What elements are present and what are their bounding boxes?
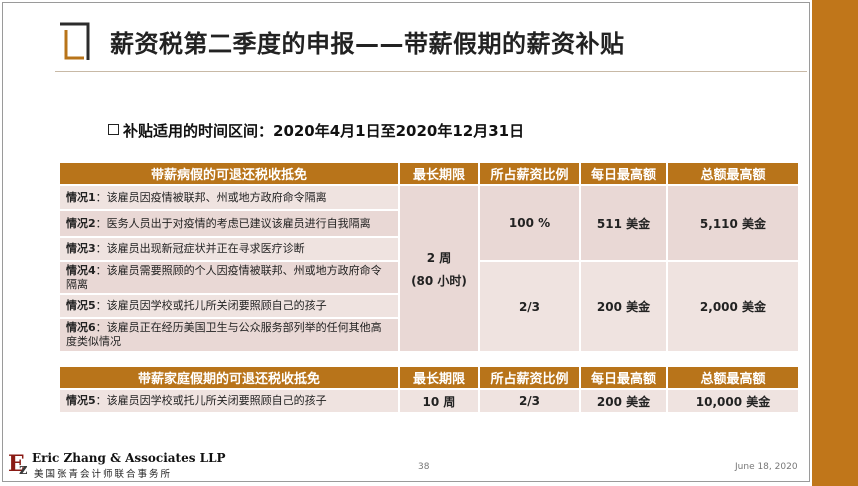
checkbox-bullet-icon <box>108 124 119 135</box>
header-total-max: 总额最高额 <box>666 161 800 186</box>
group2-daily: 200 美金 <box>579 260 668 353</box>
case-4-cell: 情况4：该雇员需要照顾的个人因疫情被联邦、州或地方政府命令隔离 <box>58 260 400 295</box>
sick-table-header-row: 带薪病假的可退还税收抵免 最长期限 所占薪资比例 每日最高额 总额最高额 <box>58 161 800 186</box>
right-accent-band <box>812 0 858 486</box>
case-text: ：该雇员需要照顾的个人因疫情被联邦、州或地方政府命令隔离 <box>66 263 382 291</box>
case-text: ：该雇员因学校或托儿所关闭要照顾自己的孩子 <box>95 394 327 407</box>
group1-ratio: 100 % <box>478 184 581 262</box>
case-label: 情况5 <box>66 299 96 312</box>
family-daily: 200 美金 <box>579 388 668 414</box>
duration-cell: 2 周 (80 小时) <box>398 184 480 353</box>
header-total-max: 总额最高额 <box>666 365 800 390</box>
group2-ratio: 2/3 <box>478 260 581 353</box>
page-number: 38 <box>418 462 430 472</box>
case-text: ：医务人员出于对疫情的考虑已建议该雇员进行自我隔离 <box>95 216 371 230</box>
firm-name-cn: 美国张青会计师联合事务所 <box>34 469 173 480</box>
case-3-cell: 情况3：该雇员出现新冠症状并正在寻求医疗诊断 <box>58 236 400 262</box>
subtitle-text: 补贴适用的时间区间：2020年4月1日至2020年12月31日 <box>123 122 525 140</box>
header-daily-max: 每日最高额 <box>579 365 668 390</box>
slide-date: June 18, 2020 <box>735 462 798 472</box>
header-family-credit: 带薪家庭假期的可退还税收抵免 <box>58 365 400 390</box>
duration-hours: (80 小时) <box>411 273 467 288</box>
case-text: ：该雇员出现新冠症状并正在寻求医疗诊断 <box>95 242 305 255</box>
header-sick-credit: 带薪病假的可退还税收抵免 <box>58 161 400 186</box>
case-1-cell: 情况1：该雇员因疫情被联邦、州或地方政府命令隔离 <box>58 184 400 211</box>
table-row: 情况5：该雇员因学校或托儿所关闭要照顾自己的孩子 10 周 2/3 200 美金… <box>58 388 800 414</box>
family-leave-table: 带薪家庭假期的可退还税收抵免 最长期限 所占薪资比例 每日最高额 总额最高额 情… <box>58 365 800 414</box>
svg-text:z: z <box>19 460 28 477</box>
group2-total: 2,000 美金 <box>666 260 800 353</box>
family-case-cell: 情况5：该雇员因学校或托儿所关闭要照顾自己的孩子 <box>58 388 400 414</box>
family-duration: 10 周 <box>398 388 480 414</box>
case-text: ：该雇员因疫情被联邦、州或地方政府命令隔离 <box>95 190 327 204</box>
group1-total: 5,110 美金 <box>666 184 800 262</box>
sick-leave-table: 带薪病假的可退还税收抵免 最长期限 所占薪资比例 每日最高额 总额最高额 情况1… <box>58 161 800 353</box>
title-divider <box>55 71 807 72</box>
slide: 薪资税第二季度的申报——带薪假期的薪资补贴 补贴适用的时间区间：2020年4月1… <box>0 0 858 486</box>
table-row: 情况1：该雇员因疫情被联邦、州或地方政府命令隔离 2 周 (80 小时) 100… <box>58 184 800 353</box>
case-label: 情况1 <box>66 190 96 204</box>
header-daily-max: 每日最高额 <box>579 161 668 186</box>
duration-weeks: 2 周 <box>426 250 452 265</box>
family-total: 10,000 美金 <box>666 388 800 414</box>
firm-name-en: Eric Zhang & Associates LLP <box>32 451 226 465</box>
case-label: 情况3 <box>66 242 96 255</box>
header-wage-ratio: 所占薪资比例 <box>478 365 581 390</box>
group1-daily: 511 美金 <box>579 184 668 262</box>
case-5-cell: 情况5：该雇员因学校或托儿所关闭要照顾自己的孩子 <box>58 293 400 319</box>
family-table-header-row: 带薪家庭假期的可退还税收抵免 最长期限 所占薪资比例 每日最高额 总额最高额 <box>58 365 800 390</box>
case-text: ：该雇员因学校或托儿所关闭要照顾自己的孩子 <box>95 299 327 312</box>
case-6-cell: 情况6：该雇员正在经历美国卫生与公众服务部列举的任何其他高度类似情况 <box>58 317 400 353</box>
subtitle-line: 补贴适用的时间区间：2020年4月1日至2020年12月31日 <box>108 120 524 141</box>
header-wage-ratio: 所占薪资比例 <box>478 161 581 186</box>
case-label: 情况4 <box>66 263 96 277</box>
header-max-duration: 最长期限 <box>398 365 480 390</box>
case-2-cell: 情况2：医务人员出于对疫情的考虑已建议该雇员进行自我隔离 <box>58 209 400 238</box>
case-label: 情况2 <box>66 216 96 230</box>
case-label: 情况5 <box>66 394 96 407</box>
bracket-logo-icon <box>60 22 90 60</box>
family-ratio: 2/3 <box>478 388 581 414</box>
header-max-duration: 最长期限 <box>398 161 480 186</box>
case-label: 情况6 <box>66 321 96 334</box>
slide-title: 薪资税第二季度的申报——带薪假期的薪资补贴 <box>110 30 625 58</box>
case-text: ：该雇员正在经历美国卫生与公众服务部列举的任何其他高度类似情况 <box>66 321 382 348</box>
